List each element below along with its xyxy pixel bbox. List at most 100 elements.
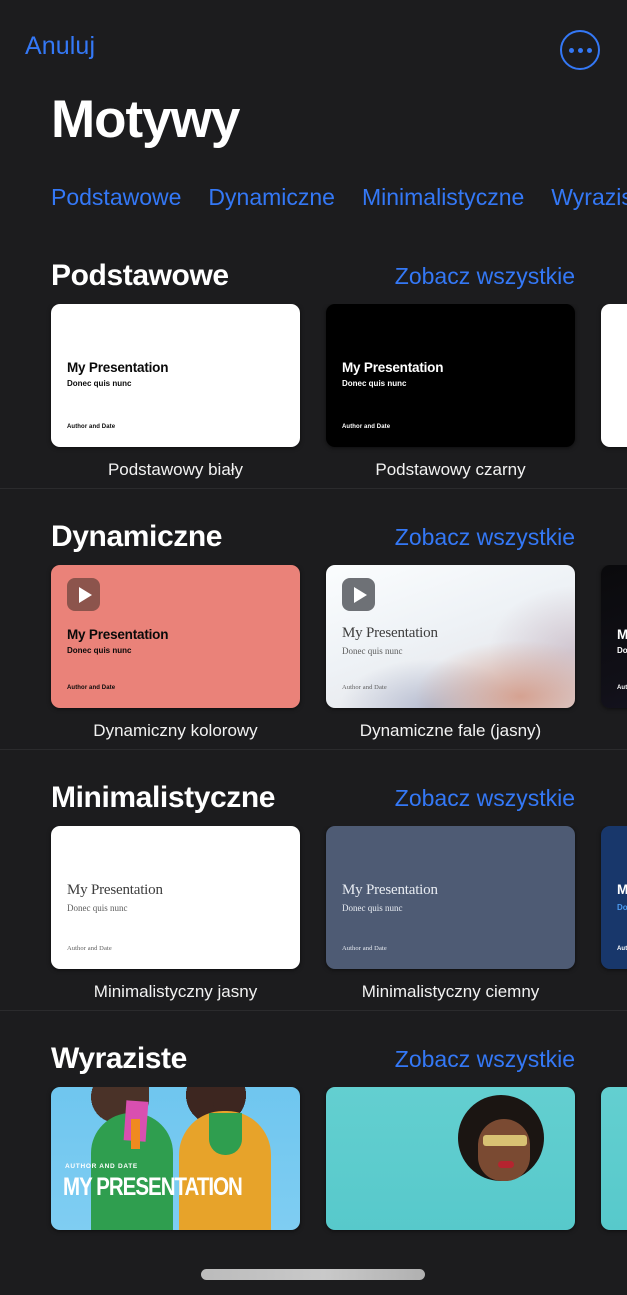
slide-title: My Presentation <box>67 360 169 375</box>
photo-figure <box>498 1161 514 1168</box>
theme-thumbnail[interactable] <box>601 1087 627 1230</box>
section-title: Minimalistyczne <box>51 781 276 814</box>
theme-card-podstawowy-czarny[interactable]: My Presentation Donec quis nunc Author a… <box>326 304 575 482</box>
slide-title: MY PRESENTATION <box>63 1173 243 1201</box>
theme-thumbnail[interactable]: My Presentation Donec quis nunc Author a… <box>326 826 575 969</box>
dot-2 <box>577 47 583 53</box>
slide-author: Author and Date <box>67 945 112 952</box>
tab-podstawowe[interactable]: Podstawowe <box>51 184 181 211</box>
theme-row[interactable]: AUTHOR AND DATE MY PRESENTATION <box>0 1087 627 1271</box>
section-title: Dynamiczne <box>51 520 223 553</box>
theme-card-partial[interactable] <box>601 304 627 482</box>
slide-subtitle: Donec quis nunc <box>342 379 407 388</box>
theme-thumbnail[interactable]: My Presentation Donec quis nunc Author a… <box>601 826 627 969</box>
theme-thumbnail[interactable] <box>326 1087 575 1230</box>
slide-subtitle: Donec quis nunc <box>67 903 128 913</box>
section-title: Wyraziste <box>51 1042 187 1075</box>
theme-row[interactable]: My Presentation Donec quis nunc Author a… <box>0 826 627 1010</box>
slide-subtitle: Donec quis nunc <box>617 646 627 655</box>
section-title: Podstawowe <box>51 259 229 292</box>
slide-title: My Presentation <box>342 625 438 641</box>
slide-author: Author and Date <box>617 685 627 691</box>
theme-thumbnail[interactable]: My Presentation Donec quis nunc Author a… <box>51 826 300 969</box>
slide-subtitle: Donec quis nunc <box>67 646 132 655</box>
section-header: Minimalistyczne Zobacz wszystkie <box>0 770 627 826</box>
play-icon <box>342 578 375 611</box>
theme-caption <box>601 721 627 743</box>
theme-card-partial[interactable]: My Presentation Donec quis nunc Author a… <box>601 565 627 743</box>
theme-thumbnail[interactable]: AUTHOR AND DATE MY PRESENTATION <box>51 1087 300 1230</box>
theme-caption <box>601 1243 627 1265</box>
slide-subtitle: Donec quis nunc <box>342 903 403 913</box>
theme-thumbnail[interactable]: My Presentation Donec quis nunc Author a… <box>601 565 627 708</box>
horizontal-scroll-indicator[interactable] <box>201 1269 425 1280</box>
slide-subtitle: Donec quis nunc <box>342 646 403 656</box>
photo-figure <box>483 1135 527 1146</box>
slide-preview: My Presentation Donec quis nunc Author a… <box>326 826 575 969</box>
theme-card-partial[interactable]: My Presentation Donec quis nunc Author a… <box>601 826 627 1004</box>
slide-author: Author and Date <box>342 945 387 952</box>
themes-picker-screen: Anuluj Motywy Podstawowe Dynamiczne Mini… <box>0 0 627 1295</box>
theme-card-podstawowy-bialy[interactable]: My Presentation Donec quis nunc Author a… <box>51 304 300 482</box>
slide-preview: My Presentation Donec quis nunc Author a… <box>51 565 300 708</box>
theme-card-wyraziste-2[interactable] <box>326 1087 575 1265</box>
see-all-link[interactable]: Zobacz wszystkie <box>395 524 575 551</box>
theme-thumbnail[interactable]: My Presentation Donec quis nunc Author a… <box>326 304 575 447</box>
tab-wyraziste[interactable]: Wyraziste <box>551 184 627 211</box>
play-icon <box>67 578 100 611</box>
section-header: Dynamiczne Zobacz wszystkie <box>0 509 627 565</box>
theme-caption: Podstawowy biały <box>107 460 244 479</box>
theme-card-minimalistyczny-ciemny[interactable]: My Presentation Donec quis nunc Author a… <box>326 826 575 1004</box>
theme-caption <box>601 982 627 1004</box>
slide-preview: My Presentation Donec quis nunc Author a… <box>326 565 575 708</box>
top-bar: Anuluj <box>0 0 627 86</box>
theme-thumbnail[interactable]: My Presentation Donec quis nunc Author a… <box>326 565 575 708</box>
slide-author: Author and Date <box>342 424 391 430</box>
theme-thumbnail[interactable] <box>601 304 627 447</box>
slide-preview: My Presentation Donec quis nunc Author a… <box>51 304 300 447</box>
slide-author: Author and Date <box>67 685 116 691</box>
cancel-button[interactable]: Anuluj <box>25 32 95 61</box>
slide-author: Author and Date <box>617 946 627 952</box>
category-tabs[interactable]: Podstawowe Dynamiczne Minimalistyczne Wy… <box>0 178 627 216</box>
slide-title: My Presentation <box>617 882 627 897</box>
slide-preview: My Presentation Donec quis nunc Author a… <box>51 826 300 969</box>
slide-title: My Presentation <box>342 882 438 898</box>
section-wyraziste: Wyraziste Zobacz wszystkie AUTHOR AND DA… <box>0 1010 627 1271</box>
theme-card-dynamiczne-fale-jasny[interactable]: My Presentation Donec quis nunc Author a… <box>326 565 575 743</box>
slide-subtitle: Donec quis nunc <box>617 903 627 912</box>
section-header: Podstawowe Zobacz wszystkie <box>0 248 627 304</box>
see-all-link[interactable]: Zobacz wszystkie <box>395 263 575 290</box>
theme-caption: Dynamiczne fale (jasny) <box>359 721 542 740</box>
theme-row[interactable]: My Presentation Donec quis nunc Author a… <box>0 304 627 488</box>
theme-caption: Podstawowy czarny <box>375 460 526 479</box>
more-options-icon[interactable] <box>560 30 600 70</box>
slide-title: My Presentation <box>342 360 444 375</box>
slide-preview: My Presentation Donec quis nunc Author a… <box>601 565 627 708</box>
theme-card-dynamiczny-kolorowy[interactable]: My Presentation Donec quis nunc Author a… <box>51 565 300 743</box>
theme-caption <box>51 1243 300 1265</box>
photo-figure <box>209 1113 242 1155</box>
see-all-link[interactable]: Zobacz wszystkie <box>395 1046 575 1073</box>
section-minimalistyczne: Minimalistyczne Zobacz wszystkie My Pres… <box>0 749 627 1010</box>
section-dynamiczne: Dynamiczne Zobacz wszystkie My Presentat… <box>0 488 627 749</box>
theme-card-partial[interactable] <box>601 1087 627 1265</box>
slide-title: My Presentation <box>67 882 163 898</box>
theme-thumbnail[interactable]: My Presentation Donec quis nunc Author a… <box>51 565 300 708</box>
tab-dynamiczne[interactable]: Dynamiczne <box>208 184 335 211</box>
page-title: Motywy <box>51 90 240 149</box>
theme-card-minimalistyczny-jasny[interactable]: My Presentation Donec quis nunc Author a… <box>51 826 300 1004</box>
slide-title: My Presentation <box>617 627 627 642</box>
tab-minimalistyczne[interactable]: Minimalistyczne <box>362 184 524 211</box>
slide-author: Author and Date <box>342 684 387 691</box>
slide-preview: My Presentation Donec quis nunc Author a… <box>601 826 627 969</box>
dot-3 <box>586 47 592 53</box>
theme-caption: Dynamiczny kolorowy <box>93 721 258 740</box>
slide-subtitle: Donec quis nunc <box>67 379 132 388</box>
theme-row[interactable]: My Presentation Donec quis nunc Author a… <box>0 565 627 749</box>
theme-caption <box>601 460 627 482</box>
theme-caption <box>326 1243 575 1265</box>
see-all-link[interactable]: Zobacz wszystkie <box>395 785 575 812</box>
theme-card-wyraziste-1[interactable]: AUTHOR AND DATE MY PRESENTATION <box>51 1087 300 1265</box>
theme-thumbnail[interactable]: My Presentation Donec quis nunc Author a… <box>51 304 300 447</box>
